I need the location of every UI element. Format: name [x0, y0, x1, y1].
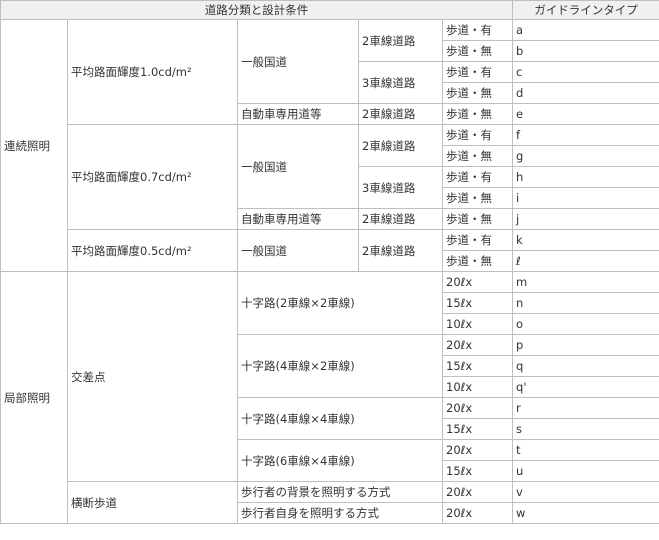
condition-cell: 10ℓx	[441, 376, 514, 398]
type-cell: t	[512, 439, 659, 461]
lane-count: 3車線道路	[358, 166, 443, 209]
type-cell: e	[512, 103, 659, 125]
header-guideline-type: ガイドラインタイプ	[512, 0, 659, 20]
lane-count: 2車線道路	[358, 229, 443, 272]
road-type-general: 一般国道	[237, 229, 359, 272]
header-classification: 道路分類と設計条件	[0, 0, 514, 20]
guideline-table: 道路分類と設計条件 ガイドラインタイプ 連続照明 平均路面輝度1.0cd/m² …	[0, 0, 659, 524]
condition-cell: 歩道・無	[441, 145, 514, 167]
road-type-expressway: 自動車専用道等	[237, 103, 359, 125]
condition-cell: 歩道・有	[441, 19, 514, 41]
type-cell: r	[512, 397, 659, 419]
luminance-0-5: 平均路面輝度0.5cd/m²	[67, 229, 238, 272]
lane-count: 2車線道路	[358, 208, 443, 230]
lane-count: 2車線道路	[358, 124, 443, 167]
crosswalk-method: 歩行者自身を照明する方式	[237, 502, 443, 524]
header-row: 道路分類と設計条件 ガイドラインタイプ	[0, 0, 659, 20]
type-cell: a	[512, 19, 659, 41]
luminance-1-0: 平均路面輝度1.0cd/m²	[67, 19, 238, 125]
condition-cell: 歩道・有	[441, 61, 514, 83]
condition-cell: 歩道・無	[441, 250, 514, 272]
lane-count: 2車線道路	[358, 19, 443, 62]
condition-cell: 歩道・有	[441, 124, 514, 146]
intersection-label: 交差点	[67, 271, 238, 482]
type-cell: q'	[512, 376, 659, 398]
type-cell: k	[512, 229, 659, 251]
condition-cell: 歩道・無	[441, 103, 514, 125]
condition-cell: 歩道・無	[441, 208, 514, 230]
condition-cell: 15ℓx	[441, 418, 514, 440]
category-local: 局部照明	[0, 271, 68, 524]
crosswalk-method: 歩行者の背景を照明する方式	[237, 481, 443, 503]
crosswalk-label: 横断歩道	[67, 481, 238, 524]
condition-cell: 15ℓx	[441, 355, 514, 377]
luminance-0-7: 平均路面輝度0.7cd/m²	[67, 124, 238, 230]
condition-cell: 歩道・無	[441, 82, 514, 104]
road-type-general: 一般国道	[237, 124, 359, 209]
condition-cell: 10ℓx	[441, 313, 514, 335]
intersection-type: 十字路(4車線×2車線)	[237, 334, 443, 398]
condition-cell: 20ℓx	[441, 439, 514, 461]
type-cell: ℓ	[512, 250, 659, 272]
condition-cell: 歩道・無	[441, 40, 514, 62]
condition-cell: 20ℓx	[441, 271, 514, 293]
table-row: 横断歩道 歩行者の背景を照明する方式 20ℓx v	[1, 481, 659, 524]
condition-cell: 20ℓx	[441, 334, 514, 356]
type-cell: v	[512, 481, 659, 503]
type-cell: b	[512, 40, 659, 62]
road-type-general: 一般国道	[237, 19, 359, 104]
condition-cell: 20ℓx	[441, 397, 514, 419]
condition-cell: 15ℓx	[441, 292, 514, 314]
type-cell: s	[512, 418, 659, 440]
table-row: 平均路面輝度0.7cd/m² 一般国道 2車線道路 歩道・有 f	[1, 124, 659, 230]
table-row: 局部照明 交差点 十字路(2車線×2車線) 20ℓx m	[0, 271, 659, 524]
lane-count: 3車線道路	[358, 61, 443, 104]
type-cell: w	[512, 502, 659, 524]
condition-cell: 歩道・有	[441, 229, 514, 251]
type-cell: u	[512, 460, 659, 482]
condition-cell: 20ℓx	[441, 481, 514, 503]
lane-count: 2車線道路	[358, 103, 443, 125]
table-row: 平均路面輝度0.5cd/m² 一般国道 2車線道路 歩道・有 k	[1, 229, 659, 272]
type-cell: c	[512, 61, 659, 83]
intersection-type: 十字路(4車線×4車線)	[237, 397, 443, 440]
type-cell: i	[512, 187, 659, 209]
type-cell: p	[512, 334, 659, 356]
intersection-type: 十字路(6車線×4車線)	[237, 439, 443, 482]
type-cell: q	[512, 355, 659, 377]
type-cell: g	[512, 145, 659, 167]
condition-cell: 20ℓx	[441, 502, 514, 524]
type-cell: j	[512, 208, 659, 230]
intersection-type: 十字路(2車線×2車線)	[237, 271, 443, 335]
type-cell: d	[512, 82, 659, 104]
condition-cell: 歩道・有	[441, 166, 514, 188]
condition-cell: 15ℓx	[441, 460, 514, 482]
type-cell: f	[512, 124, 659, 146]
type-cell: m	[512, 271, 659, 293]
type-cell: o	[512, 313, 659, 335]
type-cell: h	[512, 166, 659, 188]
category-continuous: 連続照明	[0, 19, 68, 272]
type-cell: n	[512, 292, 659, 314]
road-type-expressway: 自動車専用道等	[237, 208, 359, 230]
table-row: 連続照明 平均路面輝度1.0cd/m² 一般国道 2車線道路 歩道・有 a	[0, 19, 659, 272]
condition-cell: 歩道・無	[441, 187, 514, 209]
